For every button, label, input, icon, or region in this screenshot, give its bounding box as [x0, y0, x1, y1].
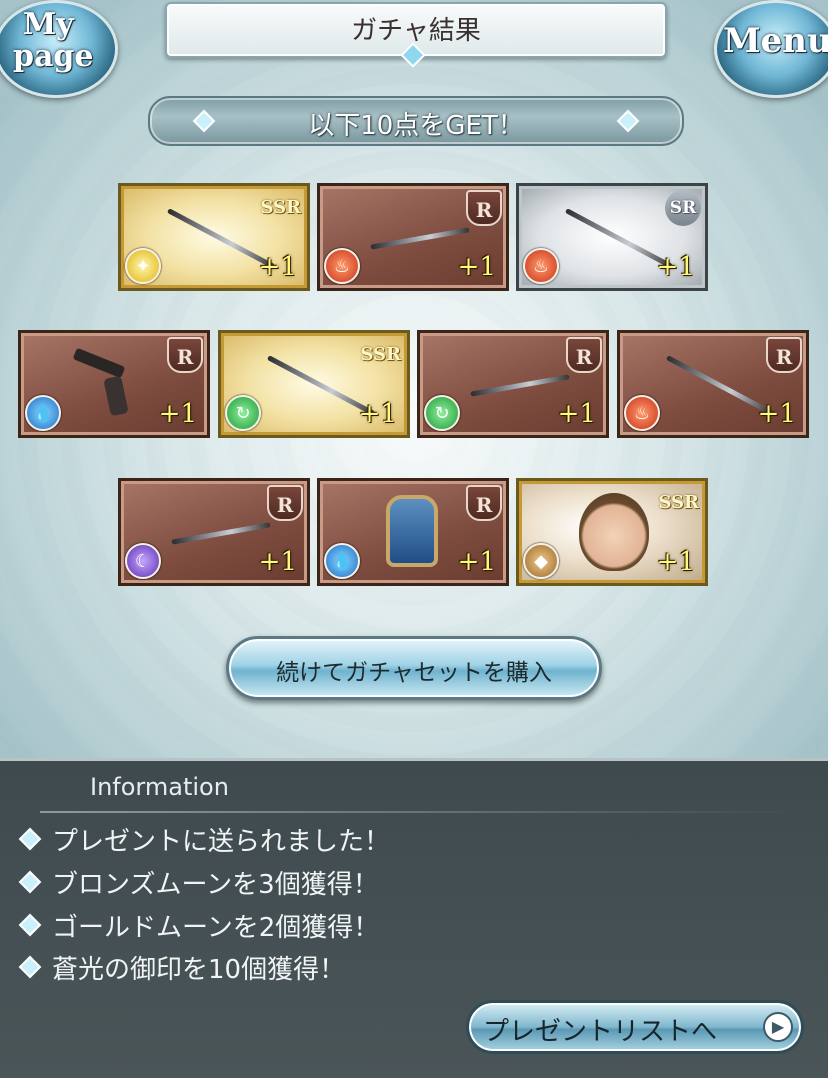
info-item: ブロンズムーンを3個獲得！ [18, 862, 379, 902]
water-element-icon: 💧 [25, 395, 61, 431]
earth-element-icon: ◆ [523, 543, 559, 579]
item-count: +1 [656, 252, 695, 282]
menu-label: Menu [723, 21, 828, 61]
item-count: +1 [656, 547, 695, 577]
info-item-text: ブロンズムーンを3個獲得！ [52, 869, 379, 900]
result-banner-text: 以下10点をGET！ [308, 111, 524, 141]
rarity-badge: R [167, 337, 203, 373]
diamond-icon [18, 955, 42, 979]
rarity-badge: SSR [360, 344, 401, 365]
fire-element-icon: ♨ [523, 248, 559, 284]
result-card[interactable]: R ♨ +1 [617, 330, 809, 438]
mypage-label-line2: page [13, 39, 94, 74]
rarity-badge: SR [665, 190, 701, 226]
result-card[interactable]: SSR ✦ +1 [118, 183, 310, 291]
water-element-icon: 💧 [324, 543, 360, 579]
dark-element-icon: ☾ [125, 543, 161, 579]
page-title: ガチャ結果 [351, 16, 481, 46]
result-card[interactable]: R ☾ +1 [118, 478, 310, 586]
item-count: +1 [158, 399, 197, 429]
information-heading: Information [90, 773, 229, 801]
fire-element-icon: ♨ [624, 395, 660, 431]
mypage-label-line1: My [23, 7, 74, 42]
shield-icon [386, 495, 438, 567]
info-item-text: プレゼントに送られました！ [52, 826, 391, 857]
rarity-badge: SSR [658, 492, 699, 513]
result-card[interactable]: R 💧 +1 [317, 478, 509, 586]
item-count: +1 [457, 252, 496, 282]
weapon-icon [171, 522, 271, 545]
result-card[interactable]: SSR ↻ +1 [218, 330, 410, 438]
continue-gacha-label: 続けてガチャセットを購入 [276, 660, 552, 686]
wind-element-icon: ↻ [424, 395, 460, 431]
present-list-label: プレゼントリストへ [483, 1017, 718, 1047]
weapon-icon [470, 374, 570, 397]
rarity-badge: SSR [260, 197, 301, 218]
result-banner: 以下10点をGET！ [148, 96, 684, 146]
rarity-badge: R [267, 485, 303, 521]
result-card[interactable]: R ♨ +1 [317, 183, 509, 291]
divider [40, 811, 800, 813]
info-item: ゴールドムーンを2個獲得！ [18, 905, 380, 945]
item-count: +1 [757, 399, 796, 429]
menu-button[interactable]: Menu [714, 0, 828, 98]
result-card[interactable]: R ↻ +1 [417, 330, 609, 438]
diamond-icon [18, 870, 42, 894]
rarity-badge: R [466, 190, 502, 226]
result-card[interactable]: R 💧 +1 [18, 330, 210, 438]
item-count: +1 [258, 252, 297, 282]
item-count: +1 [258, 547, 297, 577]
result-card[interactable]: SR ♨ +1 [516, 183, 708, 291]
fire-element-icon: ♨ [324, 248, 360, 284]
header: ガチャ結果 My page Menu [0, 0, 828, 98]
item-count: +1 [457, 547, 496, 577]
weapon-icon [370, 227, 470, 250]
item-count: +1 [557, 399, 596, 429]
arrow-right-icon: ▶ [763, 1012, 793, 1042]
item-count: +1 [358, 399, 397, 429]
info-item: プレゼントに送られました！ [18, 819, 391, 859]
info-item-text: ゴールドムーンを2個獲得！ [52, 912, 380, 943]
character-portrait [579, 493, 649, 571]
info-item: 蒼光の御印を10個獲得！ [18, 947, 346, 987]
present-list-button[interactable]: プレゼントリストへ ▶ [466, 1000, 804, 1054]
rarity-badge: R [466, 485, 502, 521]
light-element-icon: ✦ [125, 248, 161, 284]
diamond-icon [18, 913, 42, 937]
gun-icon [72, 347, 131, 417]
diamond-icon [18, 827, 42, 851]
continue-gacha-button[interactable]: 続けてガチャセットを購入 [226, 636, 602, 700]
result-card[interactable]: SSR ◆ +1 [516, 478, 708, 586]
rarity-badge: R [566, 337, 602, 373]
info-item-text: 蒼光の御印を10個獲得！ [52, 954, 346, 985]
rarity-badge: R [766, 337, 802, 373]
wind-element-icon: ↻ [225, 395, 261, 431]
